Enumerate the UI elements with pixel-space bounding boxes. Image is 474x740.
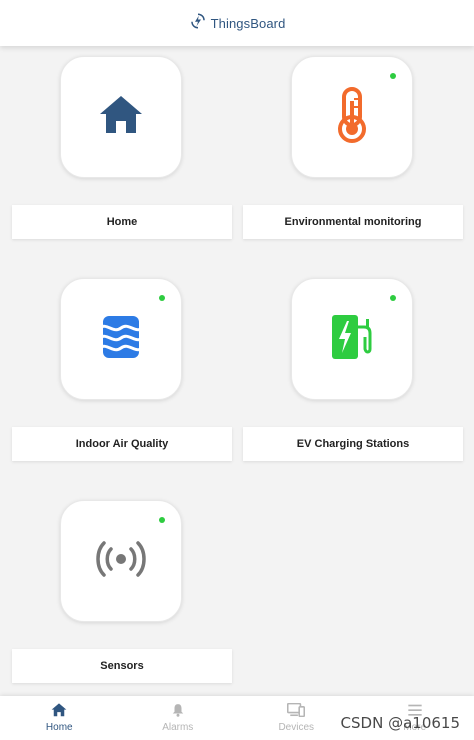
dashboard-label: Environmental monitoring — [243, 205, 463, 239]
dashboard-tile[interactable] — [291, 278, 413, 400]
dashboard-card-environmental-monitoring[interactable]: Environmental monitoring — [243, 46, 463, 278]
nav-tab-home[interactable]: Home — [0, 696, 119, 740]
dashboard-label: EV Charging Stations — [243, 427, 463, 461]
nav-tab-label: Devices — [278, 722, 315, 733]
nav-tab-alarms[interactable]: Alarms — [119, 696, 238, 740]
brand: ThingsBoard — [189, 12, 286, 35]
dashboard-tile[interactable] — [291, 56, 413, 178]
home-icon — [51, 703, 67, 720]
bell-icon — [171, 703, 185, 720]
nav-tab-devices[interactable]: Devices — [237, 696, 356, 740]
app-header: ThingsBoard — [0, 0, 474, 46]
ev-charging-icon — [330, 313, 374, 366]
status-dot — [390, 295, 396, 301]
air-quality-icon — [98, 314, 144, 365]
dashboard-tile[interactable] — [60, 56, 182, 178]
dashboard-card-indoor-air-quality[interactable]: Indoor Air Quality — [12, 268, 232, 500]
status-dot — [159, 295, 165, 301]
dashboard-label: Indoor Air Quality — [12, 427, 232, 461]
status-dot — [159, 517, 165, 523]
watermark: CSDN @a10615 — [340, 714, 460, 732]
dashboard-label: Home — [12, 205, 232, 239]
home-icon — [99, 95, 143, 140]
thermometer-icon — [335, 86, 369, 148]
thingsboard-logo-icon — [189, 12, 207, 35]
dashboard-tile[interactable] — [60, 278, 182, 400]
dashboard-label: Sensors — [12, 649, 232, 683]
dashboard-card-sensors[interactable]: Sensors — [12, 490, 232, 722]
sensor-broadcast-icon — [96, 540, 146, 582]
nav-tab-label: Alarms — [162, 722, 194, 733]
app-title: ThingsBoard — [210, 15, 286, 31]
dashboard-tile[interactable] — [60, 500, 182, 622]
dashboard-card-home[interactable]: Home — [12, 46, 232, 278]
nav-tab-label: Home — [45, 722, 73, 733]
status-dot — [390, 73, 396, 79]
devices-icon — [287, 702, 306, 720]
dashboard-card-ev-charging-stations[interactable]: EV Charging Stations — [243, 268, 463, 500]
